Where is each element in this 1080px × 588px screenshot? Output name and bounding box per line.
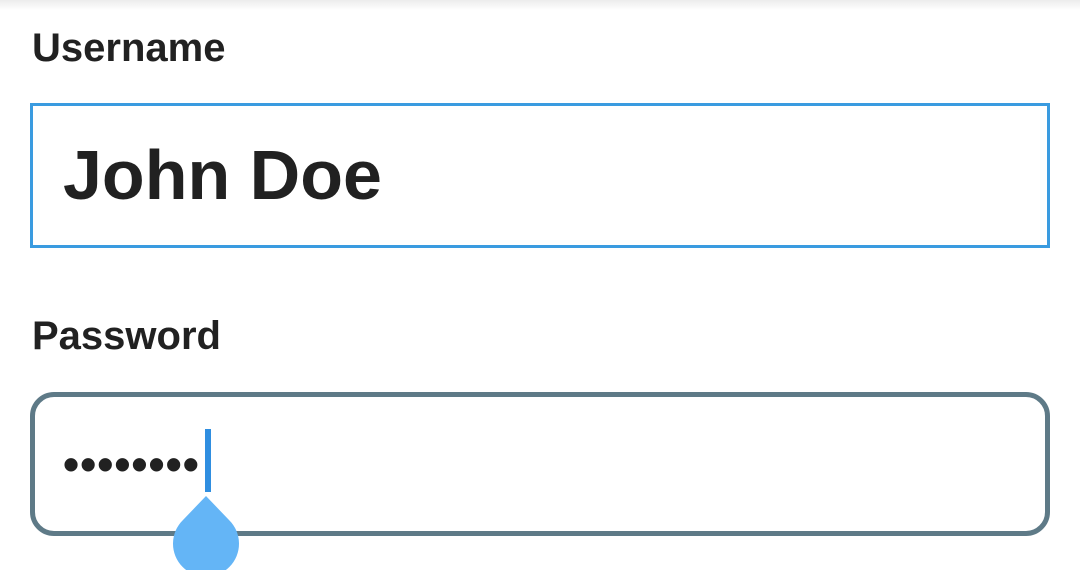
password-label: Password bbox=[32, 314, 221, 358]
username-label: Username bbox=[32, 26, 226, 70]
username-input[interactable]: John Doe bbox=[30, 103, 1050, 248]
text-caret bbox=[205, 429, 211, 492]
password-masked-value: •••••••• bbox=[63, 438, 200, 490]
username-value: John Doe bbox=[63, 136, 382, 214]
top-shadow bbox=[0, 0, 1080, 10]
caret-handle-icon[interactable] bbox=[173, 496, 239, 570]
